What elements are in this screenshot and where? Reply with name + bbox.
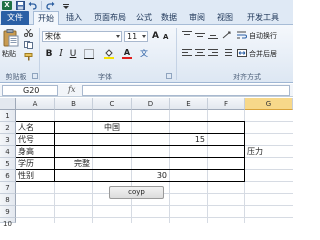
tab-view[interactable]: 视图 xyxy=(214,11,236,25)
column-header-d[interactable]: D xyxy=(132,98,170,110)
align-right-icon[interactable] xyxy=(208,49,218,57)
cell-a3[interactable]: 代号 xyxy=(16,134,54,146)
font-size-select[interactable]: 11 xyxy=(124,31,148,42)
fill-color-icon[interactable] xyxy=(104,49,114,59)
text-orientation-icon[interactable] xyxy=(222,31,232,39)
cell-a5[interactable]: 学历 xyxy=(16,158,54,170)
font-name-select[interactable]: 宋体 xyxy=(42,31,122,42)
row-header-4[interactable]: 4 xyxy=(0,146,16,158)
align-bottom-icon[interactable] xyxy=(208,31,218,39)
ribbon-home: 粘贴 剪贴板 宋体 11 A A B I U A 文 字体 自动换行 合并后居 … xyxy=(0,25,293,83)
tab-page-layout[interactable]: 页面布局 xyxy=(90,11,130,25)
cell-a4[interactable]: 身高 xyxy=(16,146,54,158)
cut-icon[interactable] xyxy=(24,28,33,37)
font-color-swatch xyxy=(122,57,132,59)
row-header-3[interactable]: 3 xyxy=(0,134,16,146)
row-header-7[interactable]: 7 xyxy=(0,182,16,194)
quick-access-separator xyxy=(41,1,42,10)
row-header-10[interactable]: 10 xyxy=(0,218,16,228)
align-left-icon[interactable] xyxy=(182,49,192,57)
gridline xyxy=(207,110,208,223)
bold-button[interactable]: B xyxy=(44,49,54,59)
align-top-icon[interactable] xyxy=(182,31,192,39)
insert-function-icon[interactable]: fx xyxy=(68,85,75,94)
group-separator xyxy=(39,28,40,80)
align-center-icon[interactable] xyxy=(195,49,205,57)
column-header-f[interactable]: F xyxy=(208,98,245,110)
font-group-label: 字体 xyxy=(98,73,112,81)
font-name-value: 宋体 xyxy=(45,32,61,41)
select-all-corner[interactable] xyxy=(0,98,16,110)
tab-home[interactable]: 开始 xyxy=(33,11,59,26)
cell-d6[interactable]: 30 xyxy=(132,170,169,182)
italic-button[interactable]: I xyxy=(56,49,66,59)
font-color-letter: A xyxy=(123,48,131,57)
merge-center-icon[interactable] xyxy=(237,48,247,58)
clipboard-group-label: 剪贴板 xyxy=(5,73,27,81)
cell-c2[interactable]: 中国 xyxy=(93,122,131,134)
cell-b5[interactable]: 完整 xyxy=(55,158,92,170)
tab-developer[interactable]: 开发工具 xyxy=(243,11,283,25)
gridline xyxy=(169,110,170,223)
wrap-text-icon[interactable] xyxy=(237,30,248,40)
chevron-down-icon xyxy=(116,35,120,38)
formula-bar: G20 fx xyxy=(0,84,293,97)
row-header-5[interactable]: 5 xyxy=(0,158,16,170)
tab-review[interactable]: 审阅 xyxy=(186,11,208,25)
copy-icon[interactable] xyxy=(24,41,33,49)
save-icon[interactable] xyxy=(16,1,25,10)
cell-a6[interactable]: 性别 xyxy=(16,170,54,182)
copy-button[interactable]: coyp xyxy=(109,186,164,199)
font-color-icon[interactable]: A xyxy=(122,49,132,59)
column-header-a[interactable]: A xyxy=(16,98,55,110)
alignment-group-label: 对齐方式 xyxy=(233,73,261,81)
borders-icon[interactable] xyxy=(84,49,94,59)
tab-data[interactable]: 数据 xyxy=(158,11,180,25)
cell-a2[interactable]: 人名 xyxy=(16,122,54,134)
merge-center-button[interactable]: 合并后居 xyxy=(249,49,277,59)
grow-font-icon[interactable]: A xyxy=(152,31,162,41)
paste-icon[interactable] xyxy=(3,29,19,47)
column-header-g[interactable]: G xyxy=(245,98,293,110)
format-painter-icon[interactable] xyxy=(24,53,33,61)
phonetic-guide-icon[interactable]: 文 xyxy=(140,49,150,59)
shrink-font-icon[interactable]: A xyxy=(163,32,173,42)
row-header-1[interactable]: 1 xyxy=(0,110,16,122)
cell-e3[interactable]: 15 xyxy=(170,134,207,146)
wrap-text-button[interactable]: 自动换行 xyxy=(249,31,277,41)
column-header-c[interactable]: C xyxy=(93,98,132,110)
table-border xyxy=(54,121,55,182)
clipboard-dialog-launcher-icon[interactable] xyxy=(32,73,38,79)
gridline xyxy=(131,110,132,223)
underline-button[interactable]: U xyxy=(68,49,78,59)
font-dialog-launcher-icon[interactable] xyxy=(166,73,172,79)
group-separator xyxy=(176,28,177,80)
tab-formulas[interactable]: 公式 xyxy=(133,11,155,25)
gridline xyxy=(16,205,293,206)
column-header-e[interactable]: E xyxy=(170,98,208,110)
formula-input[interactable] xyxy=(82,85,290,96)
ribbon-tab-bar: 文件 开始 插入 页面布局 公式 数据 审阅 视图 开发工具 xyxy=(0,11,293,26)
cell-g4[interactable]: 压力 xyxy=(245,146,293,158)
gridline xyxy=(16,217,293,218)
row-header-9[interactable]: 9 xyxy=(0,206,16,218)
row-header-2[interactable]: 2 xyxy=(0,122,16,134)
undo-icon[interactable] xyxy=(28,1,37,10)
tab-file[interactable]: 文件 xyxy=(1,11,29,25)
decrease-indent-icon[interactable] xyxy=(222,49,232,57)
paste-button-label[interactable]: 粘贴 xyxy=(2,49,16,59)
column-header-b[interactable]: B xyxy=(55,98,93,110)
excel-logo-icon[interactable]: X xyxy=(2,1,12,10)
chevron-down-icon xyxy=(142,35,146,38)
name-box[interactable]: G20 xyxy=(2,85,58,96)
font-size-value: 11 xyxy=(127,32,138,41)
redo-icon[interactable] xyxy=(46,1,55,10)
tab-insert[interactable]: 插入 xyxy=(62,11,86,25)
worksheet-grid[interactable]: A B C D E F G 1 2 3 4 5 6 7 8 9 10 人名 中国… xyxy=(0,98,293,228)
align-middle-icon[interactable] xyxy=(195,31,205,39)
title-bar: X xyxy=(0,0,293,11)
customize-quick-access-icon[interactable] xyxy=(62,1,70,10)
row-header-8[interactable]: 8 xyxy=(0,194,16,206)
row-header-6[interactable]: 6 xyxy=(0,170,16,182)
